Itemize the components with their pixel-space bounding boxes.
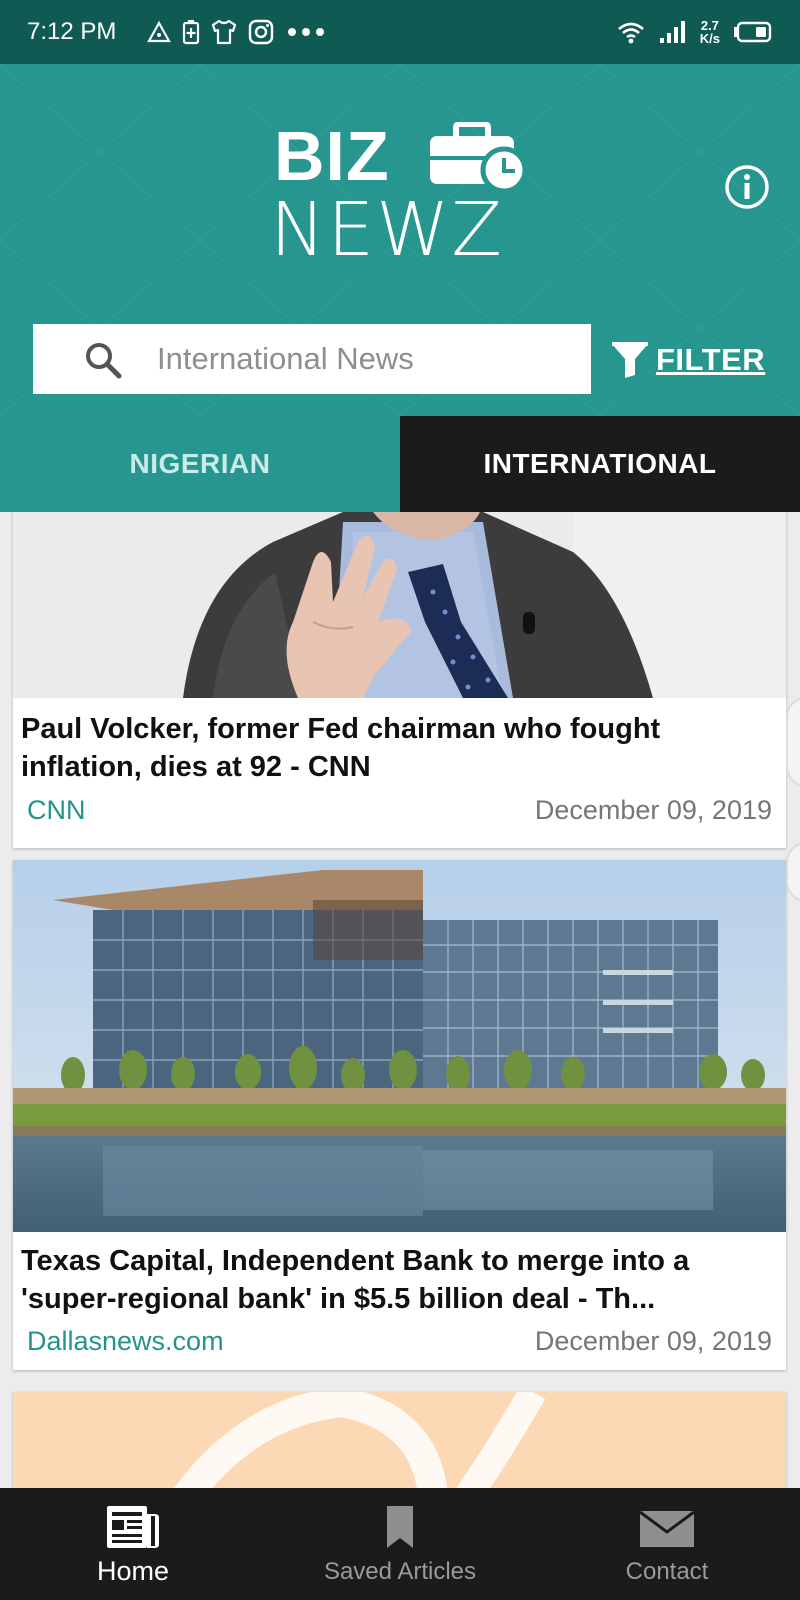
article-source: Dallasnews.com: [27, 1326, 224, 1356]
envelope-icon: [639, 1510, 695, 1547]
newspaper-icon: [107, 1506, 159, 1548]
article-image-partial: [13, 1392, 786, 1488]
article-card[interactable]: Paul Volcker, former Fed chairman who fo…: [13, 512, 786, 848]
article-title[interactable]: Paul Volcker, former Fed chairman who fo…: [21, 710, 781, 790]
nav-contact-label: Contact: [625, 1558, 709, 1585]
bookmark-icon: [387, 1506, 413, 1548]
side-scroll-handle[interactable]: [786, 842, 800, 902]
filter-funnel-icon: [612, 342, 648, 378]
nav-saved-label: Saved Articles: [323, 1558, 477, 1585]
logo-biz-text: BIZ: [274, 117, 390, 195]
app-screen: 7:12 PM 2.7 K/s BIZ NEWZ International N…: [0, 0, 800, 1600]
article-date: December 09, 2019: [534, 1326, 772, 1356]
battery-icon: [734, 21, 772, 43]
battery-plus-icon: [182, 20, 200, 45]
network-speed: 2.7 K/s: [700, 19, 720, 45]
filter-button[interactable]: FILTER: [610, 338, 765, 382]
filter-label: FILTER: [656, 342, 766, 377]
shirt-icon: [211, 19, 237, 45]
search-icon: [86, 343, 122, 379]
nav-home[interactable]: Home: [0, 1488, 266, 1600]
article-card[interactable]: [13, 1392, 786, 1488]
vpn-triangle-icon: [147, 20, 171, 43]
status-time: 7:12 PM: [27, 18, 117, 45]
article-title[interactable]: Texas Capital, Independent Bank to merge…: [21, 1242, 781, 1322]
nav-home-label: Home: [96, 1556, 170, 1586]
tab-nigerian[interactable]: NIGERIAN: [0, 416, 400, 512]
article-card[interactable]: Texas Capital, Independent Bank to merge…: [13, 860, 786, 1370]
tab-international[interactable]: INTERNATIONAL: [400, 416, 800, 512]
system-icons: 2.7 K/s: [616, 16, 772, 48]
logo-newz-text: NEWZ: [270, 187, 504, 273]
search-input[interactable]: [157, 324, 577, 394]
info-icon[interactable]: [724, 164, 770, 210]
network-speed-unit: K/s: [699, 31, 720, 46]
wifi-icon: [617, 22, 644, 44]
bottom-navigation: Home Saved Articles Contact: [0, 1488, 800, 1600]
article-image-office-building: [13, 860, 786, 1232]
article-date: December 09, 2019: [534, 795, 772, 825]
article-feed[interactable]: Paul Volcker, former Fed chairman who fo…: [0, 512, 800, 1488]
nav-contact[interactable]: Contact: [534, 1488, 800, 1600]
search-box[interactable]: [33, 324, 591, 394]
signal-icon: [659, 21, 685, 43]
biz-newz-logo: BIZ NEWZ: [270, 120, 540, 270]
more-notifications-icon: [288, 28, 324, 36]
article-source: CNN: [27, 795, 86, 825]
article-image-volcker: [13, 512, 786, 698]
notification-icons: [146, 18, 328, 46]
category-tabs: NIGERIAN INTERNATIONAL: [0, 416, 800, 512]
status-bar: 7:12 PM 2.7 K/s: [0, 0, 800, 64]
instagram-icon: [248, 19, 274, 45]
briefcase-clock-icon: [430, 122, 528, 192]
side-scroll-handle[interactable]: [786, 697, 800, 787]
nav-saved-articles[interactable]: Saved Articles: [266, 1488, 534, 1600]
